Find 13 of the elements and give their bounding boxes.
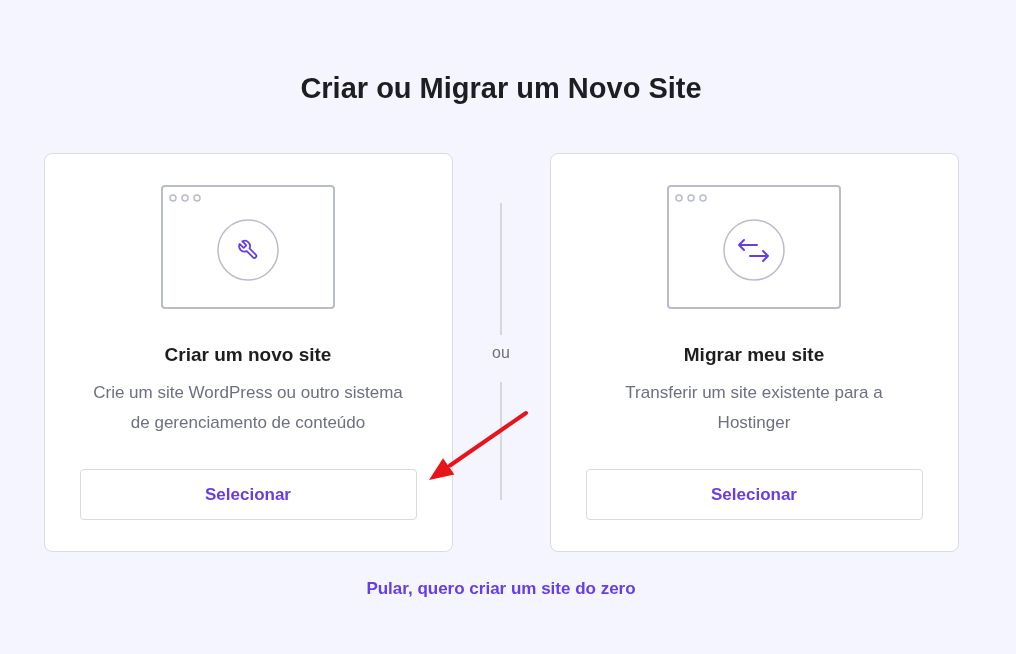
option-description: Transferir um site existente para a Hostinger: [624, 382, 884, 434]
skip-link[interactable]: Pular, quero criar um site do zero: [366, 577, 636, 601]
swap-arrows-icon: [723, 219, 785, 281]
select-button[interactable]: Selecionar: [585, 469, 923, 520]
option-description: Crie um site WordPress ou outro sistema de gerenciamento de conteúdo: [92, 382, 404, 434]
separator-text: ou: [492, 343, 510, 363]
page-heading: Criar ou Migrar um Novo Site: [300, 71, 702, 106]
option-title: Criar um novo site: [164, 343, 332, 367]
wrench-icon: [217, 219, 279, 281]
option-title: Migrar meu site: [683, 343, 825, 367]
window-dots-icon: [675, 194, 707, 202]
select-button[interactable]: Selecionar: [79, 469, 417, 520]
window-dots-icon: [169, 194, 201, 202]
